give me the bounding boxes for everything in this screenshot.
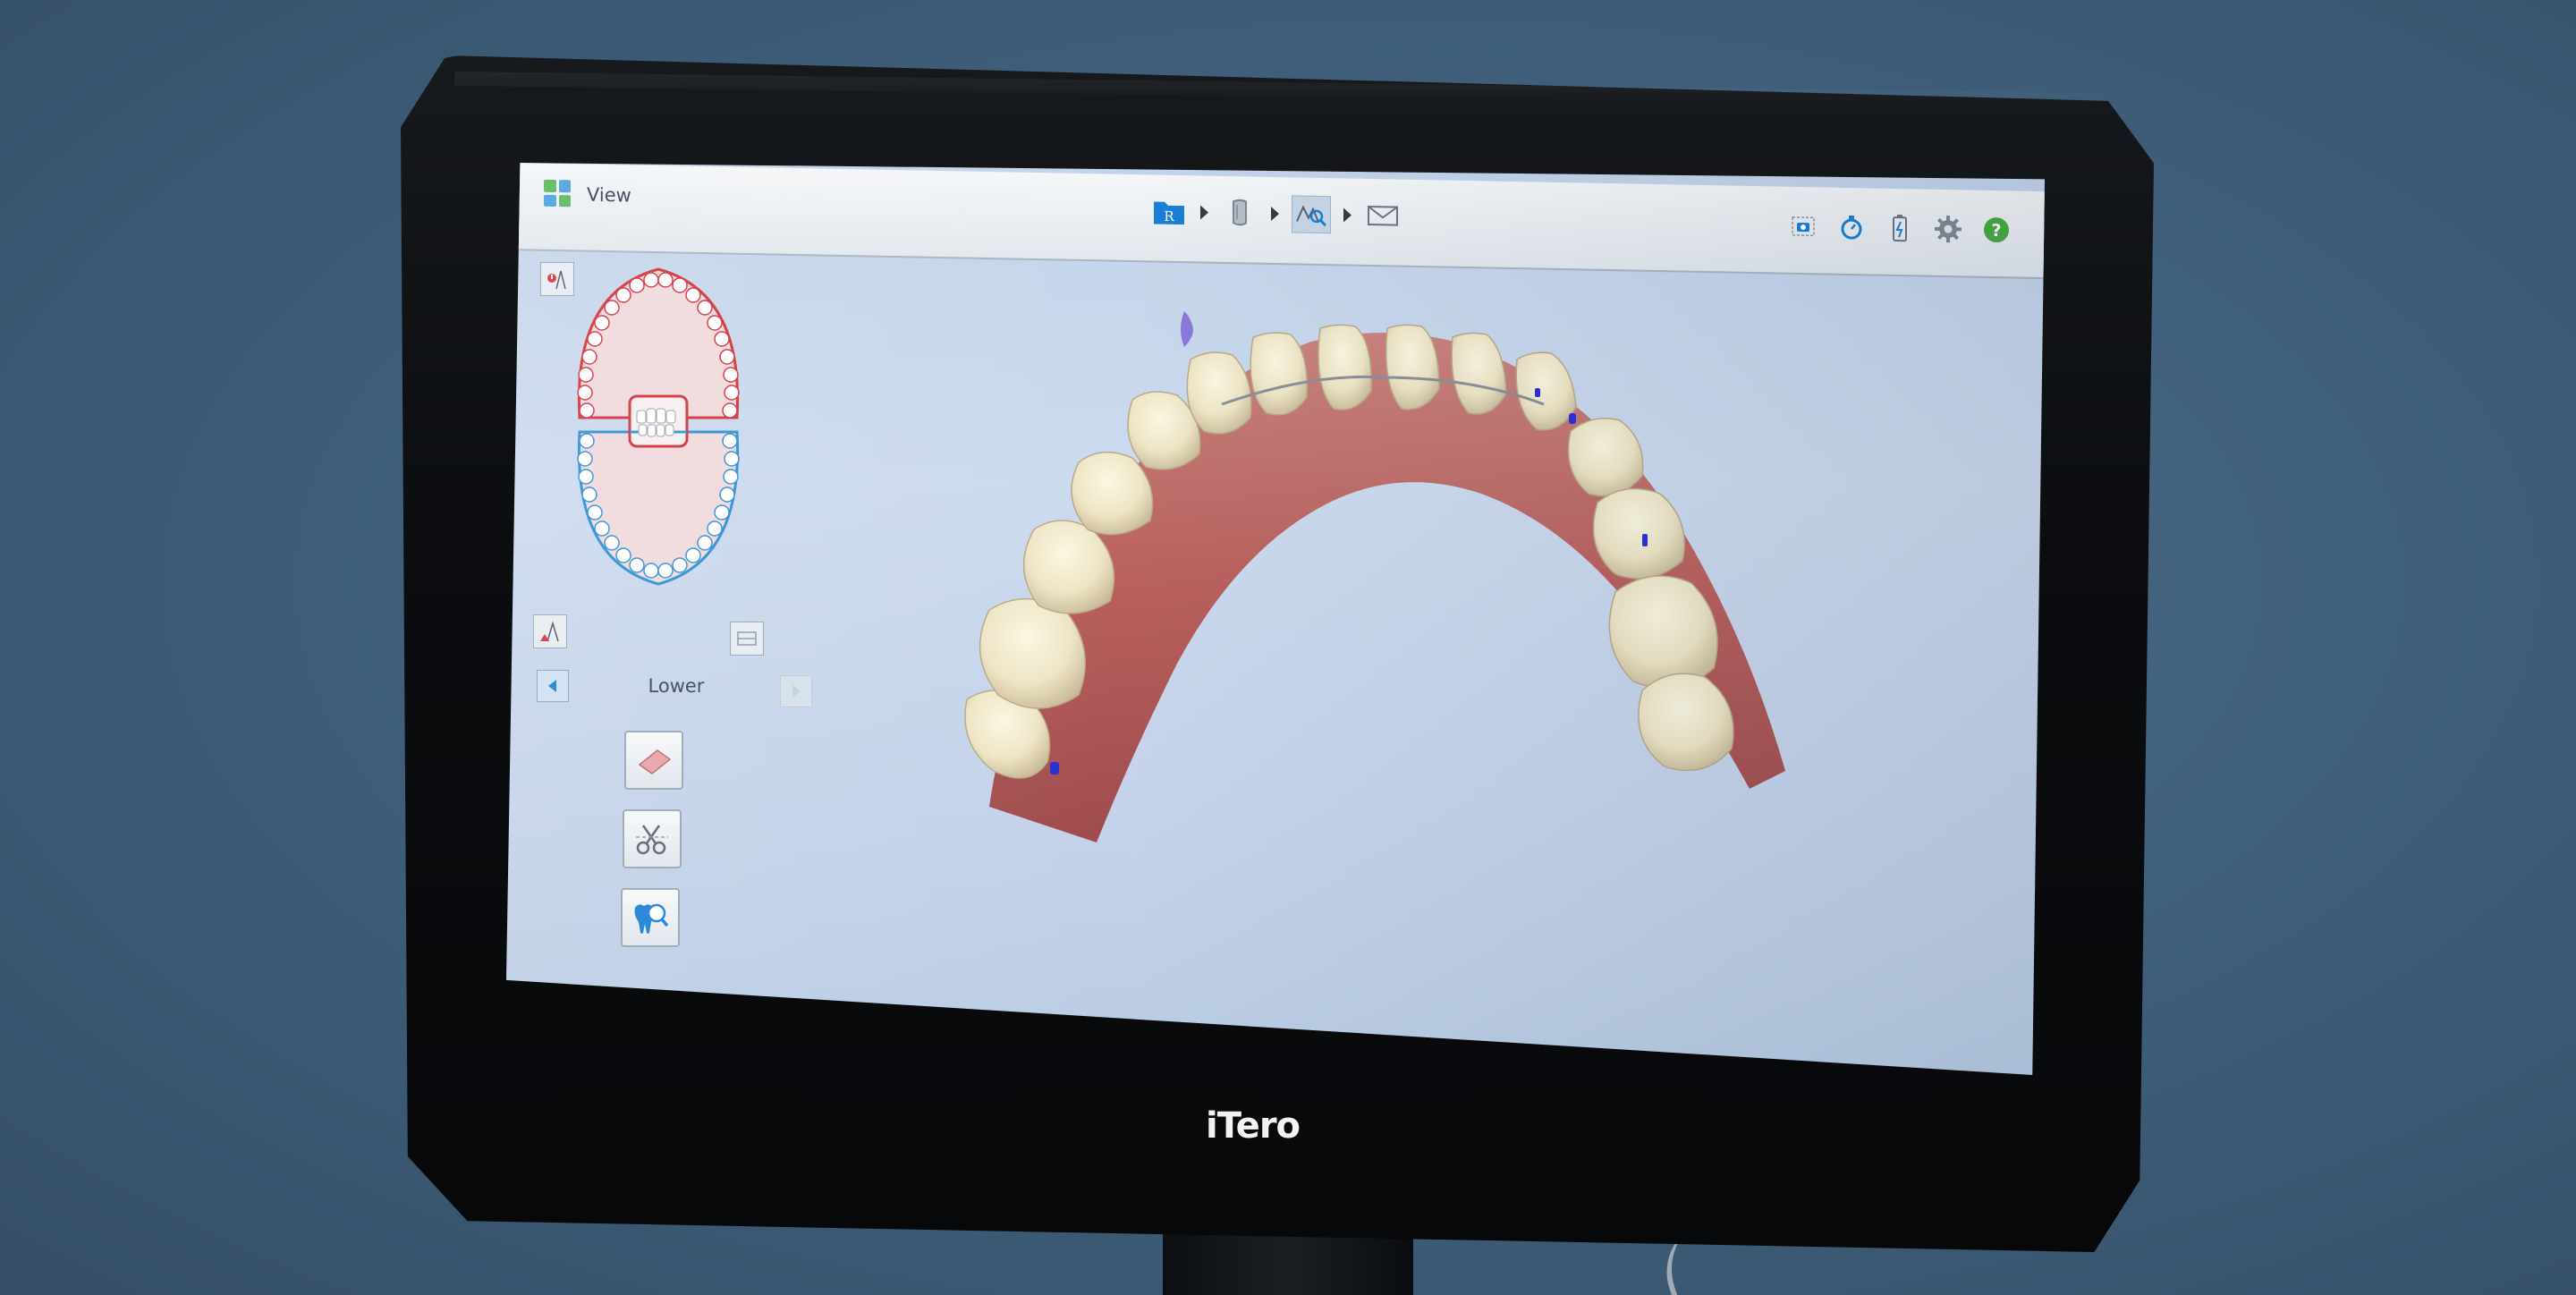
eraser-tool-button[interactable] (624, 731, 683, 790)
help-glyph: ? (1991, 221, 2001, 241)
tooth (1567, 418, 1644, 497)
tooth (1250, 332, 1309, 416)
trim-tool-button[interactable] (623, 809, 682, 868)
dental-scan-model[interactable] (953, 288, 1830, 932)
patient-folder-icon: R (1154, 201, 1184, 225)
scanner-wand-icon (1233, 199, 1247, 226)
tooth (1592, 487, 1685, 580)
scan-step[interactable] (1221, 195, 1258, 232)
chevron-left-icon (548, 680, 556, 692)
camera-icon[interactable] (1789, 212, 1818, 241)
app-menu-icon[interactable] (544, 179, 571, 207)
lower-arch[interactable] (577, 430, 740, 586)
prev-jaw-button[interactable] (537, 670, 569, 702)
toolbar-right: ? (1789, 212, 2011, 245)
step-arrow (1343, 207, 1352, 223)
lower-view-toggle[interactable] (533, 614, 567, 648)
jaw-label: Lower (648, 675, 705, 697)
scanner-screen: View R ? Lower (506, 163, 2045, 1075)
tooth (1186, 351, 1252, 435)
send-envelope-icon (1368, 205, 1398, 226)
help-icon[interactable]: ? (1982, 216, 2011, 245)
patient-badge: R (1164, 208, 1174, 224)
jaw-diagram[interactable] (560, 257, 757, 597)
tooth (979, 597, 1087, 709)
patient-folder-step[interactable]: R (1150, 193, 1188, 230)
step-arrow (1271, 206, 1279, 222)
scissors-icon (636, 825, 668, 855)
tooth (1318, 324, 1372, 411)
photo-scene: View R ? Lower iTero (0, 0, 2576, 1295)
tooth-magnify-tool-button[interactable] (621, 888, 680, 947)
lower-occlusion-icon (540, 621, 559, 642)
view-magnify-icon (1296, 205, 1327, 227)
gear-icon[interactable] (1934, 215, 1962, 244)
timer-icon[interactable] (1837, 213, 1866, 242)
bite-occlusion-icon (737, 631, 757, 646)
brand-logo: iTero (1206, 1105, 1301, 1147)
bite-view-toggle[interactable] (730, 622, 764, 656)
tooth-magnify-icon (634, 903, 669, 934)
send-step[interactable] (1364, 198, 1402, 234)
workflow-steps: R (1150, 192, 1402, 234)
jaw-panel: Lower (524, 257, 812, 972)
next-jaw-button[interactable] (780, 675, 812, 707)
app-mode-label: View (587, 183, 631, 207)
scan-fragment (1181, 311, 1193, 347)
chevron-right-icon (792, 685, 801, 698)
step-arrow (1200, 205, 1208, 220)
battery-icon[interactable] (1885, 214, 1914, 243)
eraser-icon (638, 749, 672, 774)
view-step[interactable] (1292, 195, 1331, 234)
